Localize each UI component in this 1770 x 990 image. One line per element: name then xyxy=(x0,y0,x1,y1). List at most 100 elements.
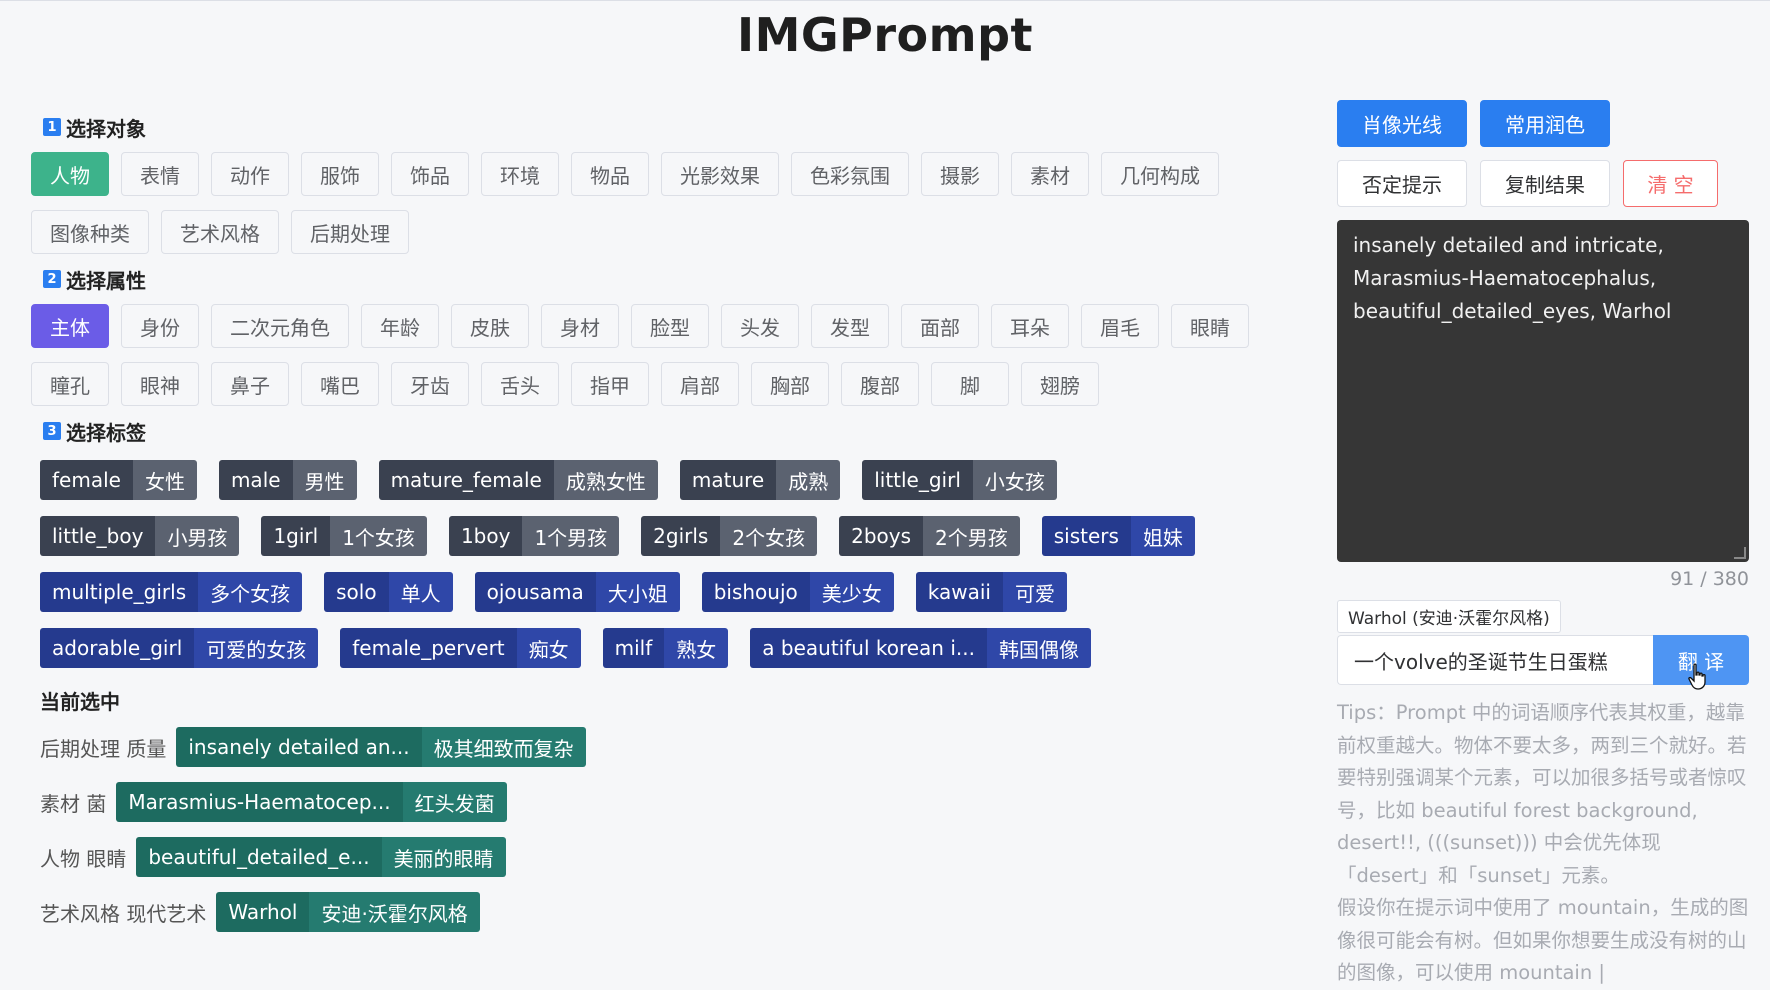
section-select-object: 1 选择对象 xyxy=(43,112,1274,142)
tag-chinese: 姐妹 xyxy=(1130,516,1195,556)
object-category-button[interactable]: 表情 xyxy=(121,152,199,196)
tag-chip[interactable]: 1girl 1个女孩 xyxy=(261,516,427,556)
tag-english: 2girls xyxy=(641,516,721,556)
tag-chinese: 成熟 xyxy=(776,460,841,500)
attribute-button[interactable]: 皮肤 xyxy=(451,304,529,348)
tag-chip[interactable]: female 女性 xyxy=(40,460,197,500)
tag-chip[interactable]: multiple_girls 多个女孩 xyxy=(40,572,303,612)
tag-chinese: 极其细致而复杂 xyxy=(421,727,586,767)
clear-button[interactable]: 清 空 xyxy=(1623,160,1718,207)
attribute-button[interactable]: 眼睛 xyxy=(1171,304,1249,348)
step-number-badge: 1 xyxy=(43,118,61,136)
translate-input[interactable]: 一个volve的圣诞节生日蛋糕 xyxy=(1337,635,1653,685)
object-category-button[interactable]: 后期处理 xyxy=(291,210,409,254)
tag-chip[interactable]: mature 成熟 xyxy=(679,460,841,500)
object-category-button[interactable]: 饰品 xyxy=(391,152,469,196)
portrait-lighting-button[interactable]: 肖像光线 xyxy=(1337,100,1467,147)
tag-chinese: 单人 xyxy=(388,572,453,612)
tag-chip[interactable]: little_girl 小女孩 xyxy=(862,460,1057,500)
attribute-button[interactable]: 腹部 xyxy=(841,362,919,406)
action-button-row: 否定提示 复制结果 清 空 xyxy=(1337,160,1749,207)
negative-prompt-button[interactable]: 否定提示 xyxy=(1337,160,1467,207)
attribute-button[interactable]: 主体 xyxy=(31,304,109,348)
selected-tag-chip[interactable]: beautiful_detailed_e... 美丽的眼睛 xyxy=(136,837,506,877)
tag-chip[interactable]: 1boy 1个男孩 xyxy=(448,516,620,556)
selected-tag-chip[interactable]: Warhol 安迪·沃霍尔风格 xyxy=(216,892,480,932)
selected-item-category: 人物 眼睛 xyxy=(40,846,127,871)
tag-chip[interactable]: little_boy 小男孩 xyxy=(40,516,240,556)
object-category-button[interactable]: 环境 xyxy=(481,152,559,196)
object-category-button[interactable]: 艺术风格 xyxy=(161,210,279,254)
attribute-button[interactable]: 耳朵 xyxy=(991,304,1069,348)
common-polish-button[interactable]: 常用润色 xyxy=(1480,100,1610,147)
copy-result-button[interactable]: 复制结果 xyxy=(1480,160,1610,207)
prompt-result-textarea[interactable]: insanely detailed and intricate, Marasmi… xyxy=(1337,220,1749,562)
step-number-badge: 2 xyxy=(43,270,61,288)
tag-chip[interactable]: 2girls 2个女孩 xyxy=(641,516,818,556)
object-category-button[interactable]: 服饰 xyxy=(301,152,379,196)
tag-english: female_pervert xyxy=(340,628,517,668)
object-category-button[interactable]: 人物 xyxy=(31,152,109,196)
attribute-button[interactable]: 脸型 xyxy=(631,304,709,348)
selected-tag-chip[interactable]: insanely detailed an... 极其细致而复杂 xyxy=(176,727,586,767)
tag-chip[interactable]: bishoujo 美少女 xyxy=(701,572,894,612)
object-category-button[interactable]: 光影效果 xyxy=(661,152,779,196)
attribute-button[interactable]: 指甲 xyxy=(571,362,649,406)
attribute-button[interactable]: 鼻子 xyxy=(211,362,289,406)
tag-english: 1boy xyxy=(448,516,523,556)
tag-list: female 女性 male 男性 mature_female 成熟女性 mature 成熟 l… xyxy=(40,460,1274,668)
attribute-button[interactable]: 眉毛 xyxy=(1081,304,1159,348)
selected-tag-chip[interactable]: Marasmius-Haematocep... 红头发菌 xyxy=(116,782,507,822)
tag-english: female xyxy=(40,460,133,500)
attribute-button[interactable]: 面部 xyxy=(901,304,979,348)
object-category-button[interactable]: 图像种类 xyxy=(31,210,149,254)
selected-item-category: 素材 菌 xyxy=(40,791,107,816)
tag-english: adorable_girl xyxy=(40,628,195,668)
tag-chip[interactable]: a beautiful korean i... 韩国偶像 xyxy=(750,628,1091,668)
tag-chip[interactable]: solo 单人 xyxy=(324,572,453,612)
tag-chip[interactable]: milf 熟女 xyxy=(602,628,729,668)
app-title: IMGPrompt xyxy=(737,8,1033,62)
object-category-button[interactable]: 色彩氛围 xyxy=(791,152,909,196)
tag-english: insanely detailed an... xyxy=(176,727,422,767)
tips-text: Tips：Prompt 中的词语顺序代表其权重，越靠前权重越大。物体不要太多，两… xyxy=(1337,697,1749,990)
attribute-button[interactable]: 年龄 xyxy=(361,304,439,348)
tag-chinese: 安迪·沃霍尔风格 xyxy=(309,892,480,932)
translate-button[interactable]: 翻 译 xyxy=(1653,635,1749,690)
attribute-button[interactable]: 肩部 xyxy=(661,362,739,406)
tag-chip[interactable]: 2boys 2个男孩 xyxy=(839,516,1020,556)
tag-chip[interactable]: kawaii 可爱 xyxy=(915,572,1067,612)
object-category-button[interactable]: 动作 xyxy=(211,152,289,196)
tag-chip[interactable]: mature_female 成熟女性 xyxy=(378,460,658,500)
tag-chip[interactable]: adorable_girl 可爱的女孩 xyxy=(40,628,319,668)
attribute-button[interactable]: 身材 xyxy=(541,304,619,348)
attribute-button[interactable]: 发型 xyxy=(811,304,889,348)
attribute-list: 主体 身份 二次元角色 年龄 皮肤 身材 脸型 头发 发型 面部 耳朵 眉毛 眼睛瞳孔 眼神 鼻子 嘴巴 牙齿舌… xyxy=(31,304,1274,406)
attribute-button[interactable]: 瞳孔 xyxy=(31,362,109,406)
tag-chip[interactable]: ojousama 大小姐 xyxy=(474,572,680,612)
object-category-button[interactable]: 物品 xyxy=(571,152,649,196)
attribute-button[interactable]: 牙齿 xyxy=(391,362,469,406)
object-category-button[interactable]: 几何构成 xyxy=(1101,152,1219,196)
tag-chip[interactable]: male 男性 xyxy=(218,460,357,500)
object-category-button[interactable]: 素材 xyxy=(1011,152,1089,196)
tag-english: male xyxy=(218,460,293,500)
left-panel: 1 选择对象 人物 表情 动作 服饰 饰品 环境 物品 光影效果 色彩氛围 摄影 素材 几何构成图像种… xyxy=(31,112,1274,947)
tag-chip[interactable]: female_pervert 痴女 xyxy=(340,628,581,668)
translation-hint-chip: Warhol (安迪·沃霍尔风格) xyxy=(1337,600,1561,633)
tag-chinese: 熟女 xyxy=(664,628,729,668)
object-category-button[interactable]: 摄影 xyxy=(921,152,999,196)
attribute-button[interactable]: 身份 xyxy=(121,304,199,348)
attribute-button[interactable]: 胸部 xyxy=(751,362,829,406)
attribute-button[interactable]: 翅膀 xyxy=(1021,362,1099,406)
attribute-button[interactable]: 脚 xyxy=(931,362,1009,406)
tag-chinese: 美少女 xyxy=(809,572,894,612)
resize-handle-icon[interactable] xyxy=(1734,547,1746,559)
attribute-button[interactable]: 二次元角色 xyxy=(211,304,349,348)
attribute-button[interactable]: 头发 xyxy=(721,304,799,348)
attribute-button[interactable]: 舌头 xyxy=(481,362,559,406)
attribute-button[interactable]: 嘴巴 xyxy=(301,362,379,406)
tag-english: sisters xyxy=(1041,516,1131,556)
tag-chip[interactable]: sisters 姐妹 xyxy=(1041,516,1195,556)
attribute-button[interactable]: 眼神 xyxy=(121,362,199,406)
